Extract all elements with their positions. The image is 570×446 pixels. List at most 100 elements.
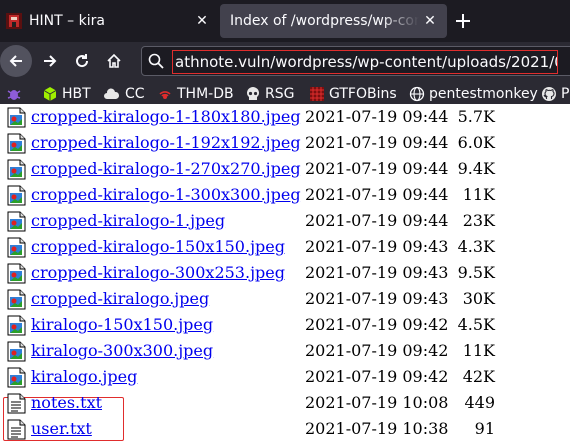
file-link[interactable]: cropped-kiralogo-1-180x180.jpeg bbox=[31, 107, 301, 126]
file-date: 2021-07-19 10:08 bbox=[305, 393, 449, 412]
file-link[interactable]: kiralogo-150x150.jpeg bbox=[31, 315, 213, 334]
file-date: 2021-07-19 09:44 bbox=[305, 159, 449, 178]
tab-strip: HINT – kira ✕ Index of /wordpress/wp-con… bbox=[0, 0, 570, 42]
file-size: 5.7K bbox=[457, 107, 495, 126]
file-size: 11K bbox=[462, 341, 495, 360]
navigation-toolbar: athnote.vuln/wordpress/wp-content/upload… bbox=[0, 42, 570, 80]
file-row: cropped-kiralogo-300x253.jpeg 2021-07-19 … bbox=[0, 260, 570, 286]
file-date: 2021-07-19 09:42 bbox=[305, 341, 449, 360]
reload-icon bbox=[76, 54, 89, 68]
file-row: cropped-kiralogo.jpeg 2021-07-19 09:43 30K bbox=[0, 286, 570, 312]
file-link[interactable]: kiralogo.jpeg bbox=[31, 367, 137, 386]
globe-icon bbox=[409, 86, 425, 102]
cloud-icon bbox=[104, 88, 120, 99]
file-date: 2021-07-19 09:43 bbox=[305, 263, 449, 282]
image-file-icon bbox=[7, 289, 26, 310]
grid-icon bbox=[310, 87, 324, 101]
file-size: 30K bbox=[462, 289, 495, 308]
tab-index-uploads[interactable]: Index of /wordpress/wp-content/uploads/2… bbox=[220, 4, 447, 38]
file-link[interactable]: cropped-kiralogo-1-192x192.jpeg bbox=[31, 133, 301, 152]
kira-favicon-icon bbox=[6, 13, 22, 29]
tab-title: HINT – kira bbox=[29, 13, 105, 29]
signal-icon bbox=[159, 91, 171, 99]
bookmark-label: HBT bbox=[62, 86, 91, 102]
image-file-icon bbox=[7, 315, 26, 336]
file-row: cropped-kiralogo-1-300x300.jpeg 2021-07-1… bbox=[0, 182, 570, 208]
arrow-left-icon bbox=[9, 55, 22, 67]
file-date: 2021-07-19 09:44 bbox=[305, 211, 449, 230]
close-icon[interactable]: ✕ bbox=[191, 13, 213, 29]
file-size: 4.5K bbox=[457, 315, 495, 334]
tab-title: Index of /wordpress/wp-content/uploads/2… bbox=[230, 13, 419, 29]
file-date: 2021-07-19 09:44 bbox=[305, 133, 449, 152]
image-file-icon bbox=[7, 133, 26, 154]
file-size: 42K bbox=[462, 367, 495, 386]
file-link[interactable]: cropped-kiralogo-1-300x300.jpeg bbox=[31, 185, 301, 204]
close-icon[interactable]: ✕ bbox=[419, 13, 441, 29]
tab-hint-kira[interactable]: HINT – kira ✕ bbox=[0, 4, 219, 38]
file-date: 2021-07-19 10:38 bbox=[305, 419, 449, 438]
bookmark-label: CC bbox=[125, 86, 145, 102]
directory-listing: cropped-kiralogo-1-180x180.jpeg 2021-07-1… bbox=[0, 104, 570, 446]
image-file-icon bbox=[7, 341, 26, 362]
file-size: 449 bbox=[464, 393, 495, 412]
file-size: 11K bbox=[462, 185, 495, 204]
home-button[interactable] bbox=[98, 45, 130, 77]
file-row: cropped-kiralogo-1-180x180.jpeg 2021-07-1… bbox=[0, 104, 570, 130]
file-size: 23K bbox=[462, 211, 495, 230]
file-date: 2021-07-19 09:42 bbox=[305, 367, 449, 386]
file-date: 2021-07-19 09:42 bbox=[305, 315, 449, 334]
github-icon bbox=[542, 87, 556, 101]
file-row: cropped-kiralogo-1-192x192.jpeg 2021-07-1… bbox=[0, 130, 570, 156]
back-button[interactable] bbox=[0, 45, 32, 77]
bookmark-label: THM-DB bbox=[177, 86, 234, 102]
file-link[interactable]: cropped-kiralogo-1-270x270.jpeg bbox=[31, 159, 301, 178]
file-row: cropped-kiralogo-1-270x270.jpeg 2021-07-1… bbox=[0, 156, 570, 182]
url-bar[interactable]: athnote.vuln/wordpress/wp-content/upload… bbox=[141, 46, 570, 76]
file-link[interactable]: cropped-kiralogo.jpeg bbox=[31, 289, 209, 308]
image-file-icon bbox=[7, 237, 26, 258]
file-date: 2021-07-19 09:43 bbox=[305, 289, 449, 308]
arrow-right-icon bbox=[44, 55, 57, 67]
file-row: user.txt 2021-07-19 10:38 91 bbox=[0, 416, 570, 442]
file-size: 9.5K bbox=[457, 263, 495, 282]
file-link[interactable]: kiralogo-300x300.jpeg bbox=[31, 341, 213, 360]
home-icon bbox=[107, 53, 121, 68]
file-date: 2021-07-19 09:44 bbox=[305, 185, 449, 204]
file-date: 2021-07-19 09:43 bbox=[305, 237, 449, 256]
file-row: notes.txt 2021-07-19 10:08 449 bbox=[0, 390, 570, 416]
file-size: 6.0K bbox=[457, 133, 495, 152]
file-row: kiralogo-150x150.jpeg 2021-07-19 09:42 4.5… bbox=[0, 312, 570, 338]
file-row: cropped-kiralogo-150x150.jpeg 2021-07-19 … bbox=[0, 234, 570, 260]
text-file-icon bbox=[7, 393, 26, 414]
file-link[interactable]: cropped-kiralogo-150x150.jpeg bbox=[31, 237, 285, 256]
file-link[interactable]: cropped-kiralogo-300x253.jpeg bbox=[31, 263, 285, 282]
image-file-icon bbox=[7, 367, 26, 388]
bookmark-label: P bbox=[561, 86, 570, 102]
skull-icon bbox=[247, 87, 259, 100]
file-link[interactable]: notes.txt bbox=[31, 393, 102, 412]
file-link[interactable]: user.txt bbox=[31, 419, 92, 438]
bookmark-label: GTFOBins bbox=[329, 86, 397, 102]
image-file-icon bbox=[7, 185, 26, 206]
file-date: 2021-07-19 09:44 bbox=[305, 107, 449, 126]
image-file-icon bbox=[7, 263, 26, 284]
search-icon bbox=[148, 53, 164, 69]
file-row: cropped-kiralogo-1.jpeg 2021-07-19 09:44 2… bbox=[0, 208, 570, 234]
plus-icon bbox=[456, 14, 470, 28]
bookmark-label: pentestmonkey bbox=[429, 86, 538, 102]
image-file-icon bbox=[7, 211, 26, 232]
file-link[interactable]: cropped-kiralogo-1.jpeg bbox=[31, 211, 225, 230]
new-tab-button[interactable] bbox=[452, 4, 474, 38]
forward-button[interactable] bbox=[34, 45, 66, 77]
bookmark-label: RSG bbox=[265, 86, 295, 102]
file-row: kiralogo-300x300.jpeg 2021-07-19 09:42 11K bbox=[0, 338, 570, 364]
file-row: kiralogo.jpeg 2021-07-19 09:42 42K bbox=[0, 364, 570, 390]
reload-button[interactable] bbox=[66, 45, 98, 77]
cube-icon bbox=[43, 87, 57, 101]
url-text[interactable]: athnote.vuln/wordpress/wp-content/upload… bbox=[172, 50, 558, 74]
file-size: 91 bbox=[474, 419, 495, 438]
image-file-icon bbox=[7, 107, 26, 128]
bug-icon bbox=[7, 90, 21, 100]
file-size: 9.4K bbox=[457, 159, 495, 178]
